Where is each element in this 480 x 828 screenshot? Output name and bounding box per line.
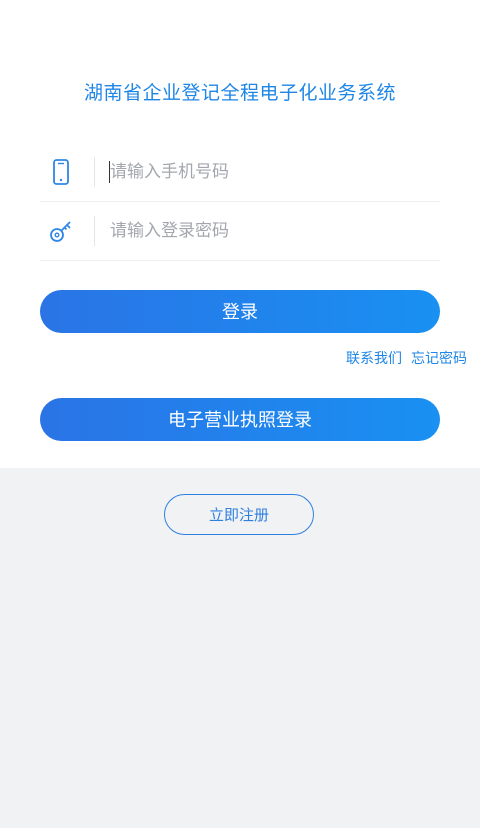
- text-cursor: [109, 161, 110, 183]
- phone-input[interactable]: [108, 157, 430, 187]
- login-panel: 湖南省企业登记全程电子化业务系统 登录 联系我们忘记密码: [0, 0, 480, 468]
- mobile-phone-icon: [48, 158, 74, 186]
- field-divider: [94, 216, 95, 246]
- help-links: 联系我们 忘记密码: [346, 348, 467, 368]
- business-license-login-button[interactable]: 电子营业执照登录: [40, 398, 440, 441]
- key-icon: [48, 217, 74, 245]
- register-button[interactable]: 立即注册: [164, 494, 314, 535]
- phone-row: [40, 143, 440, 202]
- contact-us-link[interactable]: 联系我们: [346, 351, 402, 367]
- forgot-password-link[interactable]: 忘记密码: [411, 351, 467, 367]
- login-button[interactable]: 登录: [40, 290, 440, 333]
- password-row: [40, 202, 440, 261]
- page-title: 湖南省企业登记全程电子化业务系统: [83, 82, 396, 104]
- field-divider: [94, 157, 95, 187]
- password-input[interactable]: [108, 216, 430, 246]
